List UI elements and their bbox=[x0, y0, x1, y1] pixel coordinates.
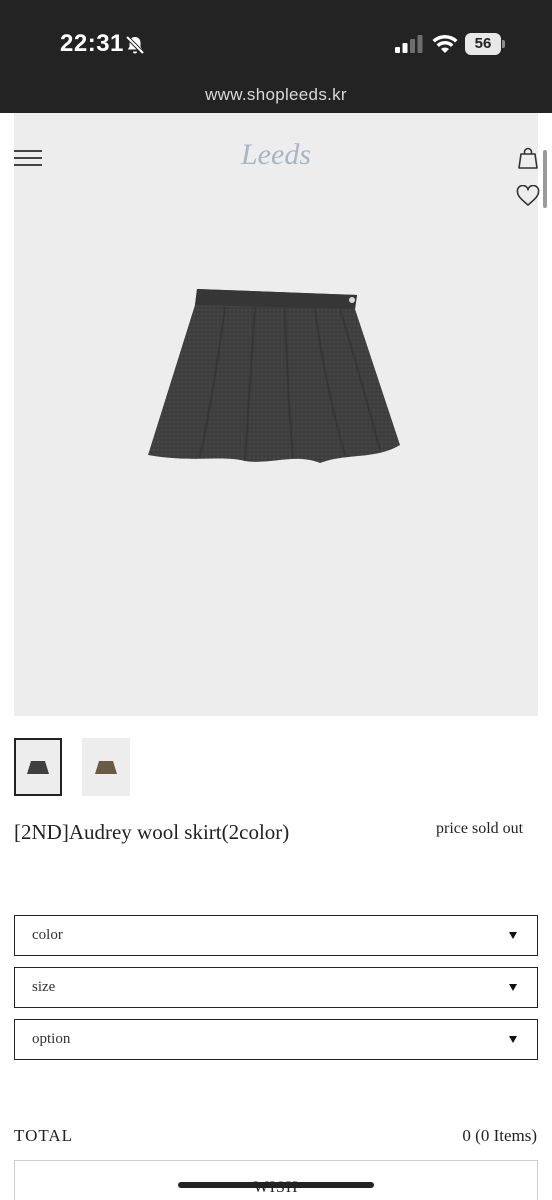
caret-down-icon bbox=[509, 984, 517, 991]
skirt-product-photo bbox=[148, 289, 400, 463]
wifi-icon bbox=[432, 34, 458, 53]
site-logo[interactable]: Leeds bbox=[226, 138, 326, 172]
price-status: price sold out bbox=[436, 820, 524, 837]
address-bar-url[interactable]: www.shopleeds.kr bbox=[0, 85, 552, 105]
option-select[interactable]: option bbox=[14, 1019, 538, 1060]
thumbnail-brown[interactable] bbox=[82, 738, 130, 796]
battery-icon: 56 bbox=[465, 33, 505, 55]
battery-level: 56 bbox=[465, 33, 501, 55]
product-title: [2ND]Audrey wool skirt(2color) bbox=[14, 820, 290, 844]
size-select[interactable]: size bbox=[14, 967, 538, 1008]
heart-icon[interactable] bbox=[516, 185, 540, 207]
status-bar: 22:31 56 www.shopleeds.kr bbox=[0, 0, 552, 113]
caret-down-icon bbox=[509, 1036, 517, 1043]
total-label: TOTAL bbox=[14, 1126, 74, 1145]
bell-slash-icon bbox=[125, 35, 145, 55]
caret-down-icon bbox=[509, 932, 517, 939]
status-time: 22:31 bbox=[60, 30, 124, 57]
color-select[interactable]: color bbox=[14, 915, 538, 956]
total-value: 0 (0 Items) bbox=[462, 1126, 537, 1145]
size-select-label: size bbox=[32, 979, 56, 995]
page-scrollbar[interactable] bbox=[543, 150, 547, 208]
thumbnail-charcoal[interactable] bbox=[14, 738, 62, 796]
color-select-label: color bbox=[32, 927, 63, 943]
cellular-signal-icon bbox=[395, 35, 423, 53]
option-select-label: option bbox=[32, 1031, 71, 1047]
hamburger-menu-icon[interactable] bbox=[14, 150, 42, 168]
shopping-bag-icon[interactable] bbox=[516, 146, 540, 170]
wish-button[interactable]: WISH bbox=[14, 1160, 538, 1200]
home-indicator bbox=[178, 1182, 374, 1188]
